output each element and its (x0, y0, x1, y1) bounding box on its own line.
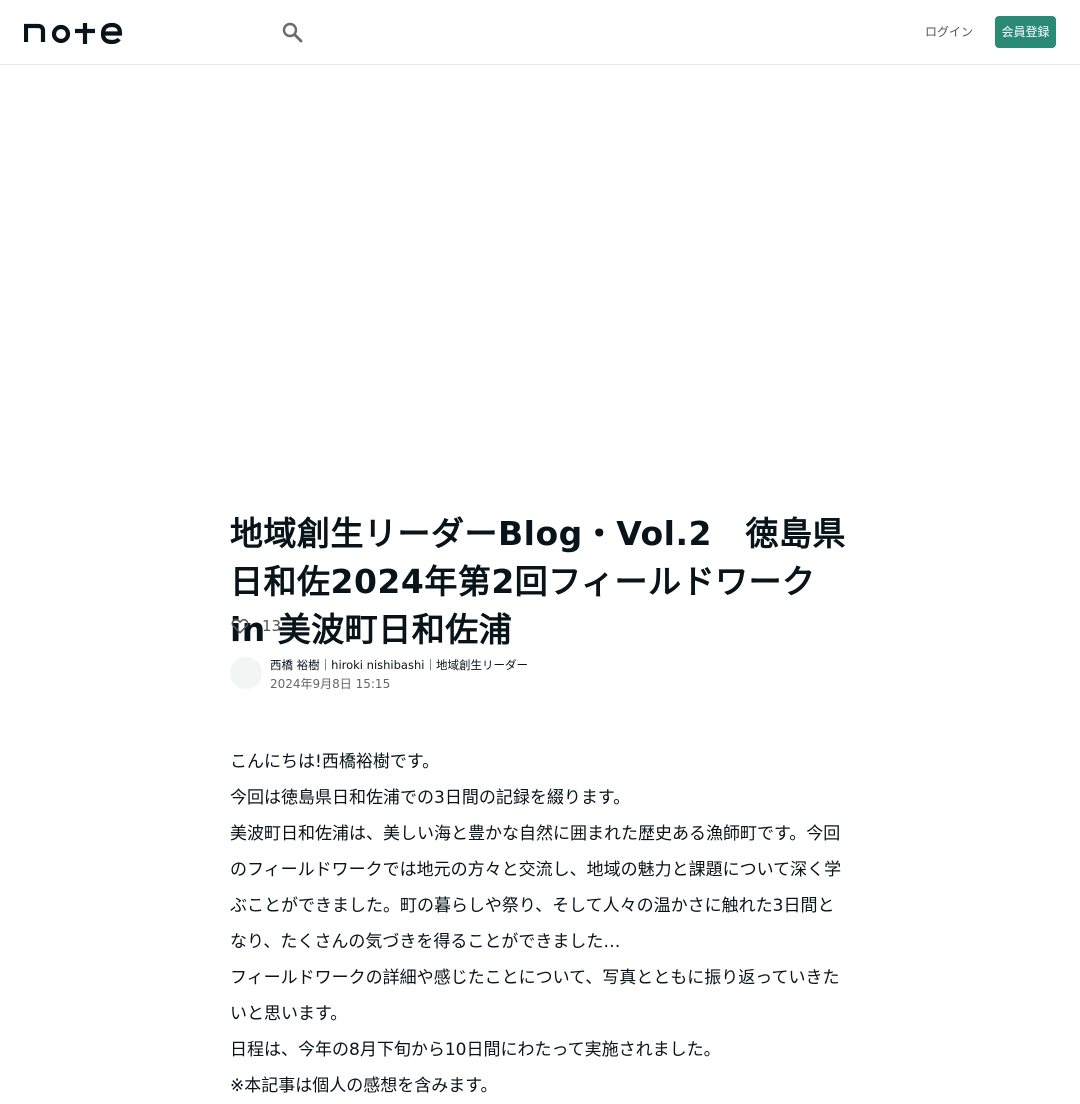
hero-image-area (0, 65, 1080, 495)
post-date: 2024年9月8日 15:15 (270, 677, 391, 691)
login-link[interactable]: ログイン (920, 22, 978, 42)
author-name[interactable]: 西橋 裕樹｜hiroki nishibashi｜地域創生リーダー (270, 657, 528, 673)
body-paragraph: 今回は徳島県日和佐浦での3日間の記録を綴ります。 (230, 788, 631, 808)
body-paragraph: フィールドワークの詳細や感じたことについて、写真とともに振り返っていきたいと思い… (230, 968, 840, 1024)
article-body: こんにちは!西橋裕樹です。 今回は徳島県日和佐浦での3日間の記録を綴ります。 美… (230, 744, 850, 1104)
author-avatar[interactable] (230, 657, 262, 689)
heart-outline-icon[interactable] (230, 616, 250, 636)
article-title: 地域創生リーダーBlog・Vol.2 徳島県日和佐2024年第2回フィールドワー… (230, 514, 846, 649)
search-icon[interactable] (278, 18, 306, 46)
author-block: 西橋 裕樹｜hiroki nishibashi｜地域創生リーダー 2024年9月… (230, 655, 850, 691)
body-paragraph: こんにちは!西橋裕樹です。 (230, 752, 440, 772)
body-paragraph: 日程は、今年の8月下旬から10日間にわたって実施されました。 (230, 1040, 721, 1060)
article: 地域創生リーダーBlog・Vol.2 徳島県日和佐2024年第2回フィールドワー… (230, 510, 850, 1096)
top-header: ログイン 会員登録 (0, 0, 1080, 65)
body-paragraph: ※本記事は個人の感想を含みます。 (230, 1076, 498, 1096)
like-area: 13 (230, 615, 281, 637)
signup-button[interactable]: 会員登録 (995, 16, 1056, 48)
note-logo[interactable] (24, 20, 124, 44)
like-count: 13 (262, 617, 282, 635)
body-paragraph: 美波町日和佐浦は、美しい海と豊かな自然に囲まれた歴史ある漁師町です。今回のフィー… (230, 824, 842, 952)
